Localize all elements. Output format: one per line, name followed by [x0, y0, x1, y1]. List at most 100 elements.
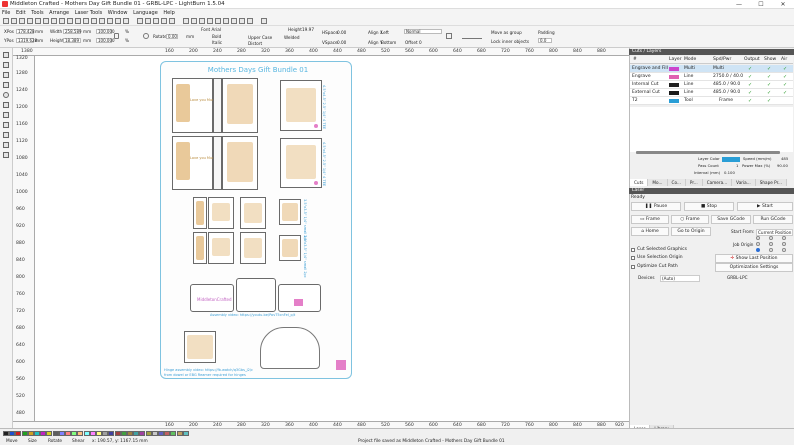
palette-swatch[interactable] — [21, 431, 28, 436]
box-panel[interactable] — [236, 278, 276, 312]
export-icon[interactable] — [27, 18, 33, 24]
width-input[interactable]: 258.589 — [63, 29, 82, 34]
open-icon[interactable] — [3, 18, 9, 24]
align-x-value[interactable]: Left — [381, 30, 389, 35]
layer-row[interactable]: External Cut Line 485.0 / 90.0 ✓ ✓ ✓ — [630, 89, 793, 97]
minimize-button[interactable]: — — [728, 0, 750, 9]
align-middle-icon[interactable] — [215, 18, 221, 24]
zoom-out-icon[interactable] — [83, 18, 89, 24]
project-title-text[interactable]: Mothers Days Gift Bundle 01 — [168, 66, 348, 74]
tab-camera[interactable]: Camera... — [702, 179, 733, 186]
rectangle-tool-icon[interactable] — [3, 82, 9, 88]
polygon-tool-icon[interactable] — [3, 102, 9, 108]
origin-radio[interactable] — [756, 242, 760, 246]
import-icon[interactable] — [19, 18, 25, 24]
air-check-icon[interactable]: ✓ — [783, 81, 787, 89]
stop-button[interactable]: ■ Stop — [684, 202, 734, 211]
menu-language[interactable]: Language — [131, 9, 160, 17]
layers-scrollbar[interactable] — [636, 151, 780, 154]
text-path-icon[interactable] — [462, 33, 482, 39]
redo-icon[interactable] — [67, 18, 73, 24]
layer-mode[interactable]: Tool — [684, 97, 693, 105]
save-gcode-button[interactable]: Save GCode — [711, 215, 751, 224]
box-panel[interactable] — [278, 284, 321, 312]
output-check-icon[interactable]: ✓ — [748, 65, 752, 73]
menu-window[interactable]: Window — [106, 9, 130, 17]
card-hinge-piece[interactable] — [213, 136, 222, 190]
use-selection-origin-checkbox[interactable] — [631, 256, 635, 260]
measure-icon[interactable] — [3, 132, 9, 138]
align-bottom-icon[interactable] — [223, 18, 229, 24]
palette-swatch[interactable] — [34, 431, 40, 436]
origin-radio[interactable] — [756, 236, 760, 240]
menu-arrange[interactable]: Arrange — [47, 9, 71, 17]
close-button[interactable]: ✕ — [772, 0, 794, 9]
menu-edit[interactable]: Edit — [14, 9, 28, 17]
align-center-icon[interactable] — [191, 18, 197, 24]
home-button[interactable]: ⌂ Home — [631, 227, 669, 236]
tab-shape-properties[interactable]: Shape Pr... — [755, 179, 787, 186]
maximize-button[interactable]: ☐ — [750, 0, 772, 9]
tab-console[interactable]: Co... — [667, 179, 686, 186]
palette-swatch[interactable] — [27, 431, 34, 436]
ellipse-tool-icon[interactable] — [3, 92, 9, 98]
layer-mode[interactable]: Line — [684, 81, 693, 89]
start-button[interactable]: ▶ Start — [737, 202, 793, 211]
palette-swatch[interactable] — [120, 431, 127, 436]
show-check-icon[interactable]: ✓ — [767, 89, 771, 97]
output-check-icon[interactable]: ✓ — [748, 81, 752, 89]
show-check-icon[interactable]: ✓ — [767, 73, 771, 81]
undo-icon[interactable] — [59, 18, 65, 24]
interval-value[interactable]: 0.100 — [724, 170, 735, 175]
zoom-in-icon[interactable] — [75, 18, 81, 24]
save-icon[interactable] — [11, 18, 17, 24]
palette-swatch[interactable] — [145, 431, 152, 436]
air-check-icon[interactable]: ✓ — [783, 65, 787, 73]
frame-rect-button[interactable]: ▭ Frame — [631, 215, 669, 224]
palette-swatch[interactable] — [40, 431, 47, 436]
ypos-input[interactable]: 1319.628 — [16, 38, 37, 43]
output-check-icon[interactable]: ✓ — [748, 97, 752, 105]
move-as-group-checkbox[interactable]: Move as group — [491, 30, 522, 35]
optimization-settings-button[interactable]: Optimization Settings — [715, 263, 793, 272]
palette-swatch[interactable] — [46, 431, 53, 436]
palette-swatch[interactable] — [108, 431, 115, 436]
palette-swatch[interactable] — [158, 431, 164, 436]
font-label[interactable]: Font Arial — [201, 27, 221, 32]
start-from-select[interactable]: Current Position — [756, 229, 794, 236]
palette-swatch[interactable] — [3, 431, 9, 436]
offset-tool-icon[interactable] — [3, 142, 9, 148]
menu-tools[interactable]: Tools — [29, 9, 45, 17]
optimize-path-checkbox[interactable] — [631, 265, 635, 269]
origin-radio[interactable] — [782, 236, 786, 240]
frame-icon[interactable] — [99, 18, 105, 24]
ungroup-icon[interactable] — [145, 18, 151, 24]
upper-case-checkbox[interactable]: Upper Case — [248, 35, 272, 40]
layer-row[interactable]: Engrave Line 2750.0 / 40.0 ✓ ✓ ✓ — [630, 73, 793, 81]
shear-status[interactable]: Shear — [72, 439, 85, 444]
height-percent-input[interactable]: 100.000 — [96, 38, 115, 43]
layer-row[interactable]: T2 Tool Frame ✓ ✓ — [630, 97, 793, 105]
position-laser-icon[interactable] — [3, 122, 9, 128]
speed-value[interactable]: 485 — [781, 156, 788, 161]
pause-button[interactable]: ❚❚ Pause — [631, 202, 681, 211]
menu-help[interactable]: Help — [161, 9, 176, 17]
welded-checkbox[interactable]: Welded — [284, 35, 300, 40]
layer-row[interactable]: Engrave and Fill Multi Multi ✓ ✓ ✓ — [630, 65, 793, 73]
align-left-icon[interactable] — [183, 18, 189, 24]
palette-swatch[interactable] — [127, 431, 133, 436]
air-check-icon[interactable]: ✓ — [783, 73, 787, 81]
zoom-fit-icon[interactable] — [91, 18, 97, 24]
palette-swatch[interactable] — [133, 431, 140, 436]
rotate-status[interactable]: Rotate — [48, 439, 62, 444]
move-together-icon[interactable] — [247, 18, 253, 24]
palette-swatch[interactable] — [9, 431, 16, 436]
show-last-position-button[interactable]: ✛ Show Last Position — [715, 254, 793, 263]
air-check-icon[interactable]: ✓ — [783, 89, 787, 97]
paste-icon[interactable] — [51, 18, 57, 24]
align-right-icon[interactable] — [199, 18, 205, 24]
vspace-value[interactable]: 0.00 — [337, 40, 346, 45]
mirror-icon[interactable] — [169, 18, 175, 24]
palette-swatch[interactable] — [139, 431, 146, 436]
dock-icon[interactable] — [261, 18, 267, 24]
